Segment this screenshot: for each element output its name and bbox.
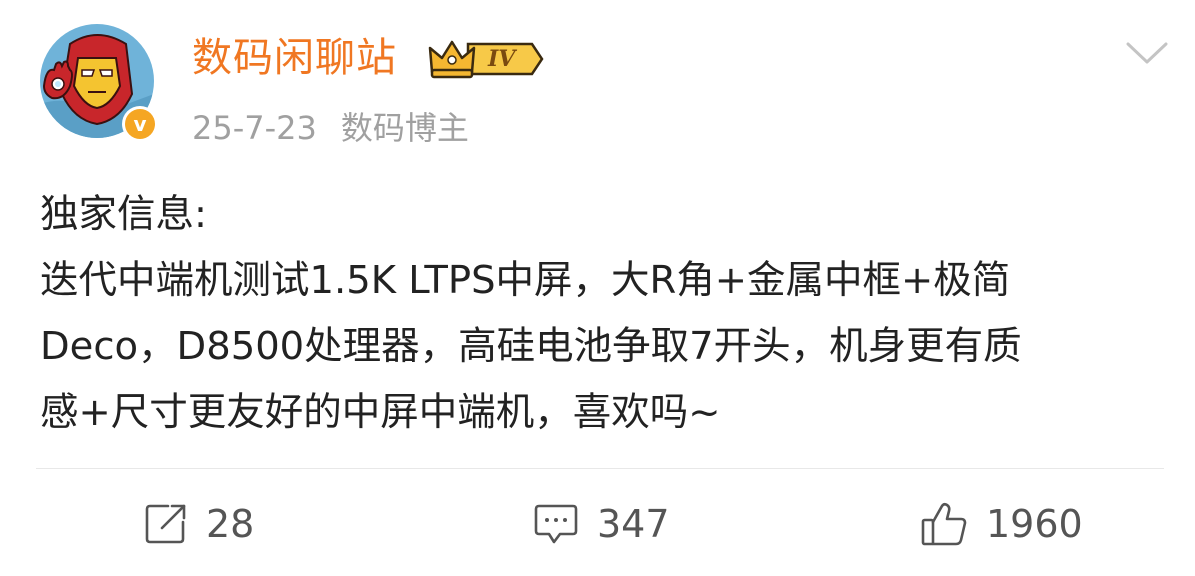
content-line: 独家信息: — [40, 192, 207, 237]
thumbs-up-icon — [921, 502, 967, 546]
content-line: Deco，D8500处理器，高硅电池争取7开头，机身更有质 — [40, 324, 1022, 369]
post-date: 25-7-23 — [192, 109, 317, 147]
repost-icon — [145, 504, 186, 544]
repost-count: 28 — [206, 502, 255, 546]
verified-v-icon: v — [125, 109, 155, 139]
chevron-down-icon[interactable] — [1124, 38, 1170, 68]
avatar[interactable]: v — [40, 24, 158, 142]
author-name[interactable]: 数码闲聊站 — [192, 30, 397, 86]
crown-level-badge-icon — [428, 40, 544, 79]
post-meta: 25-7-23 数码博主 — [192, 106, 469, 150]
author-role: 数码博主 — [340, 109, 469, 147]
verified-badge: v — [122, 106, 158, 142]
content-line: 迭代中端机测试1.5K LTPS中屏，大R角+金属中框+极简 — [40, 258, 1011, 303]
like-button[interactable]: 1960 — [920, 496, 1083, 552]
divider — [36, 468, 1164, 469]
level-label: IV — [488, 46, 516, 72]
comment-icon — [534, 504, 578, 544]
repost-button[interactable]: 28 — [144, 496, 254, 552]
like-count: 1960 — [986, 502, 1083, 546]
comment-count: 347 — [597, 502, 670, 546]
comment-button[interactable]: 347 — [533, 496, 670, 552]
content-line: 感+尺寸更友好的中屏中端机，喜欢吗~ — [40, 390, 721, 435]
weibo-post: v 数码闲聊站 IV 25-7-23 数码博主 独家信息: 迭代中端机测试1.5K… — [0, 0, 1195, 576]
post-content: 独家信息: 迭代中端机测试1.5K LTPS中屏，大R角+金属中框+极简 Dec… — [40, 182, 1170, 446]
